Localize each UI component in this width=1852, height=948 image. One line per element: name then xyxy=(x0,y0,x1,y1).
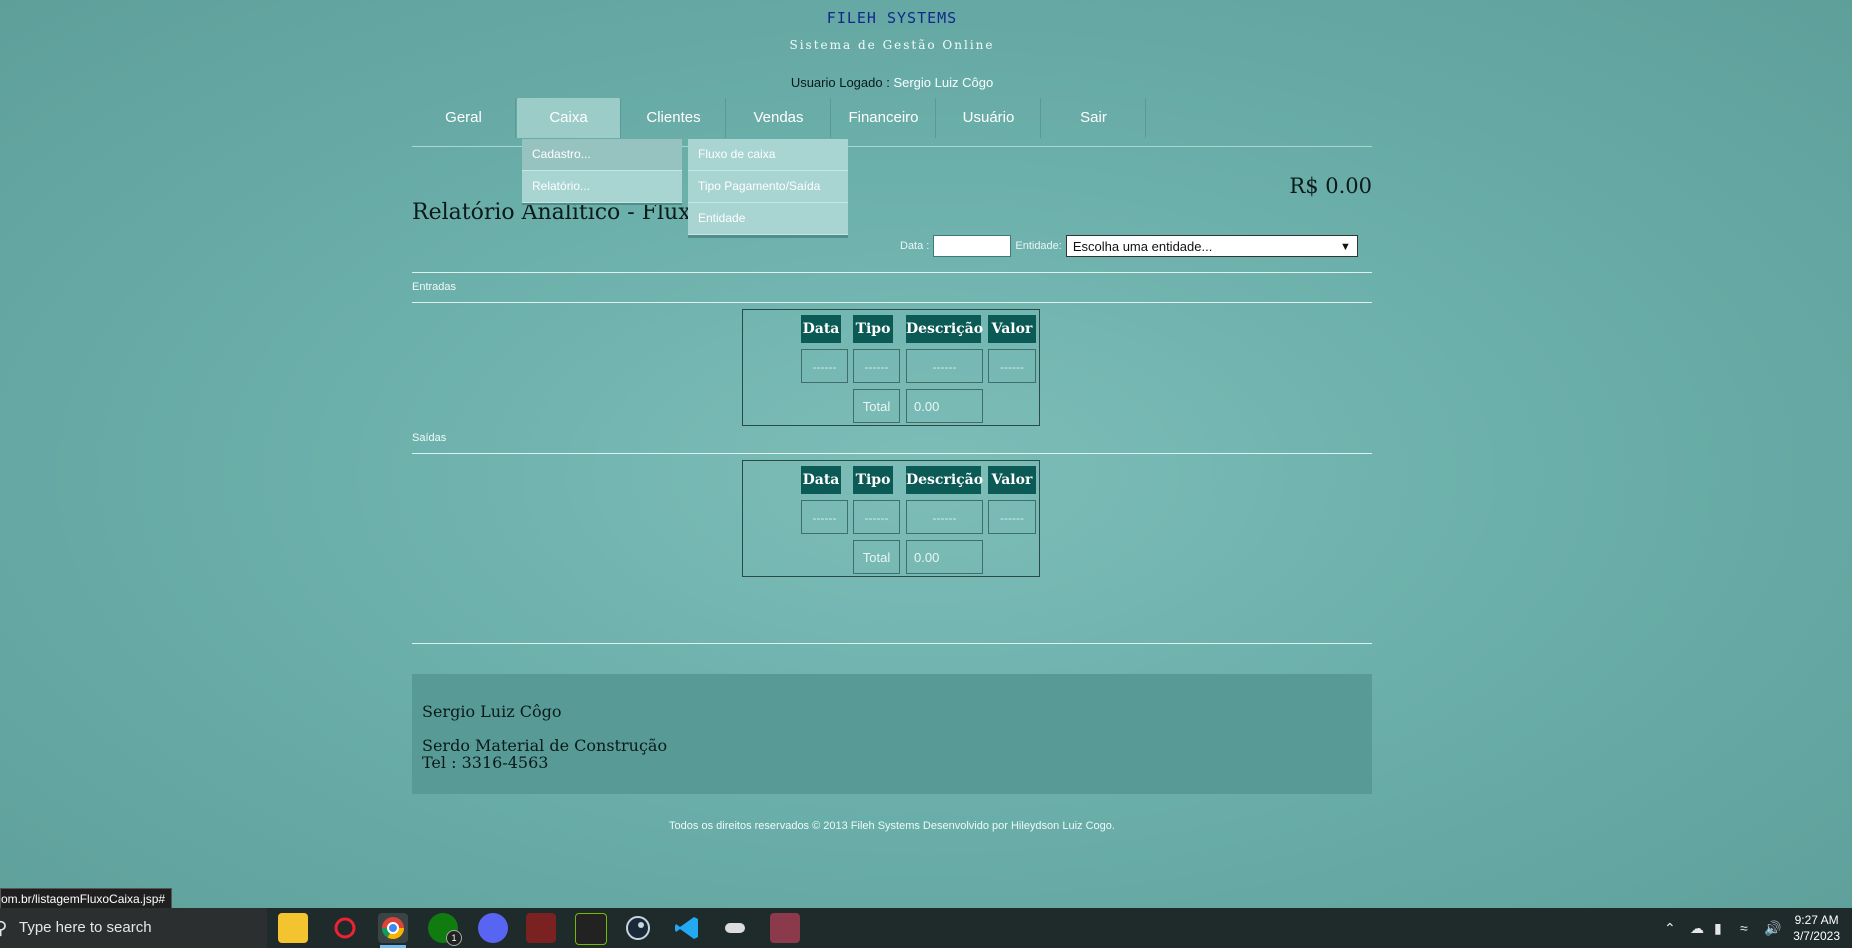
section-label-saidas: Saídas xyxy=(412,432,447,444)
tab-geral[interactable]: Geral xyxy=(412,98,516,138)
cloud-icon[interactable]: ☁ xyxy=(1690,908,1704,948)
logged-user: Usuario Logado : Sergio Luiz Côgo xyxy=(0,75,1784,90)
total-label: Total xyxy=(853,540,900,574)
total-label: Total xyxy=(853,389,900,423)
menu-item-entidade[interactable]: Entidade xyxy=(688,203,848,235)
table-cell: ------ xyxy=(906,349,983,383)
column-header-descricao: Descrição xyxy=(906,466,983,494)
main-nav: Geral Caixa Clientes Vendas Financeiro U… xyxy=(412,98,1147,138)
taskbar: ⚲ Type here to search 1 ⌃ ☁ ▮ ≈ 🔊 9:27 A… xyxy=(0,908,1852,948)
controller-icon[interactable] xyxy=(720,913,750,943)
table-cell: ------ xyxy=(906,500,983,534)
avatar-app-icon[interactable] xyxy=(770,913,800,943)
date-input[interactable] xyxy=(933,235,1012,257)
column-header-descricao: Descrição xyxy=(906,315,983,343)
cadastro-submenu: Fluxo de caixa Tipo Pagamento/Saída Enti… xyxy=(688,139,848,235)
entradas-table: Data Tipo Descrição Valor ------ ------ … xyxy=(742,309,1040,426)
logged-user-label: Usuario Logado : xyxy=(790,75,890,90)
chrome-icon[interactable] xyxy=(378,913,408,948)
column-header-data: Data xyxy=(801,315,841,343)
tab-caixa[interactable]: Caixa xyxy=(517,98,621,138)
table-cell: ------ xyxy=(801,500,848,534)
clock[interactable]: 9:27 AM 3/7/2023 xyxy=(1793,912,1840,944)
footer-phone: Tel : 3316-4563 xyxy=(422,753,549,772)
tab-sair[interactable]: Sair xyxy=(1042,98,1146,138)
clock-time: 9:27 AM xyxy=(1794,913,1839,927)
menu-item-relatorio[interactable]: Relatório... xyxy=(522,171,682,203)
game-app-icon[interactable] xyxy=(330,913,360,943)
entity-select[interactable]: Escolha uma entidade... ▼ xyxy=(1065,235,1358,257)
search-icon: ⚲ xyxy=(0,918,8,938)
caixa-dropdown: Cadastro... Relatório... xyxy=(522,139,682,203)
footer-contact: Sergio Luiz Côgo Serdo Material de Const… xyxy=(412,674,1372,794)
divider xyxy=(412,643,1372,644)
tab-clientes[interactable]: Clientes xyxy=(622,98,726,138)
nvidia-icon[interactable] xyxy=(575,913,607,945)
copyright: Todos os direitos reservados © 2013 File… xyxy=(669,820,1115,832)
column-header-tipo: Tipo xyxy=(853,315,893,343)
file-explorer-icon[interactable] xyxy=(278,913,308,943)
brand-subtitle: Sistema de Gestão Online xyxy=(789,38,995,52)
taskbar-search-placeholder: Type here to search xyxy=(19,919,152,936)
section-label-entradas: Entradas xyxy=(412,281,457,293)
wifi-icon[interactable]: ≈ xyxy=(1740,908,1748,948)
table-cell: ------ xyxy=(853,349,900,383)
filter-bar: Data : Entidade: Escolha uma entidade...… xyxy=(900,233,1358,259)
xbox-badge: 1 xyxy=(446,930,462,946)
volume-icon[interactable]: 🔊 xyxy=(1764,908,1781,948)
tab-financeiro[interactable]: Financeiro xyxy=(832,98,936,138)
table-cell: ------ xyxy=(853,500,900,534)
page-title: Relatório Analítico - Fluxo p xyxy=(412,200,725,225)
taskbar-search[interactable]: ⚲ Type here to search xyxy=(0,908,267,948)
column-header-data: Data xyxy=(801,466,841,494)
tab-vendas[interactable]: Vendas xyxy=(727,98,831,138)
table-cell: ------ xyxy=(801,349,848,383)
saidas-table: Data Tipo Descrição Valor ------ ------ … xyxy=(742,460,1040,577)
status-url: om.br/listagemFluxoCaixa.jsp# xyxy=(0,888,173,910)
battery-icon[interactable]: ▮ xyxy=(1714,908,1722,948)
date-label: Data : xyxy=(900,240,930,252)
menu-item-cadastro[interactable]: Cadastro... xyxy=(522,139,682,171)
app-icon-1[interactable] xyxy=(526,913,556,943)
vscode-icon[interactable] xyxy=(672,913,702,943)
divider xyxy=(412,453,1372,454)
brand-title: FILEH SYSTEMS xyxy=(826,9,958,27)
steam-icon[interactable] xyxy=(623,913,653,943)
divider xyxy=(412,272,1372,273)
total-value: 0.00 xyxy=(906,540,983,574)
balance-amount: R$ 0.00 xyxy=(1289,174,1372,198)
chevron-up-icon[interactable]: ⌃ xyxy=(1664,908,1676,948)
clock-date: 3/7/2023 xyxy=(1793,929,1840,943)
discord-icon[interactable] xyxy=(478,913,508,943)
menu-item-fluxo-caixa[interactable]: Fluxo de caixa xyxy=(688,139,848,171)
table-cell: ------ xyxy=(988,500,1036,534)
entity-label: Entidade: xyxy=(1015,240,1062,252)
column-header-tipo: Tipo xyxy=(853,466,893,494)
table-cell: ------ xyxy=(988,349,1036,383)
tab-usuario[interactable]: Usuário xyxy=(937,98,1041,138)
column-header-valor: Valor xyxy=(988,466,1036,494)
chevron-down-icon: ▼ xyxy=(1339,241,1351,253)
menu-item-tipo-pagamento[interactable]: Tipo Pagamento/Saída xyxy=(688,171,848,203)
logged-user-name: Sergio Luiz Côgo xyxy=(893,75,994,90)
xbox-icon[interactable]: 1 xyxy=(428,913,462,946)
total-value: 0.00 xyxy=(906,389,983,423)
entity-select-value: Escolha uma entidade... xyxy=(1072,239,1213,254)
divider xyxy=(412,302,1372,303)
footer-name: Sergio Luiz Côgo xyxy=(422,702,562,721)
column-header-valor: Valor xyxy=(988,315,1036,343)
